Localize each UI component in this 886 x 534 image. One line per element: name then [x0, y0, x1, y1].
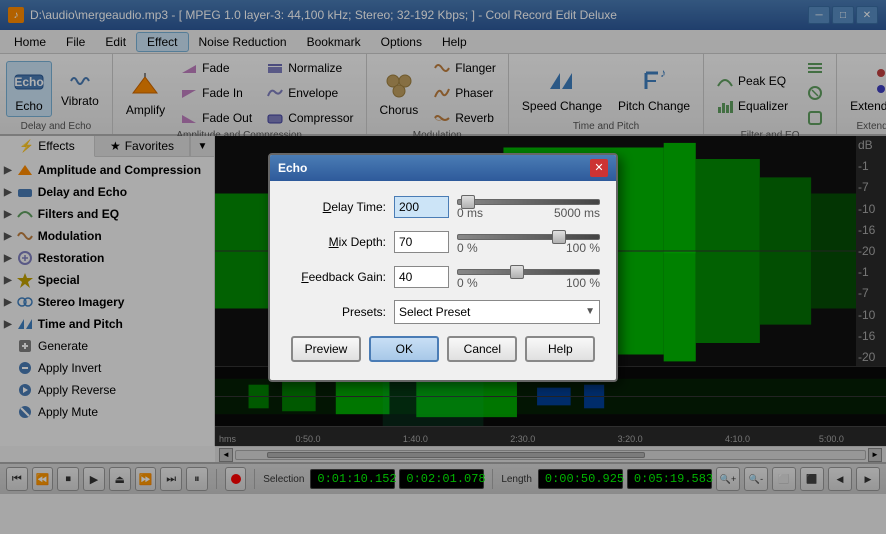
mix-depth-slider[interactable]: [457, 234, 600, 240]
delay-time-slider-labels: 0 ms 5000 ms: [457, 206, 600, 220]
presets-arrow-icon: ▼: [585, 306, 595, 317]
mix-depth-slider-container: 0 % 100 %: [457, 230, 600, 255]
feedback-gain-thumb[interactable]: [510, 265, 524, 279]
presets-dropdown[interactable]: Select Preset ▼: [394, 300, 600, 324]
modal-body: Delay Time: 0 ms 5000 ms Mix Depth:: [270, 181, 616, 380]
modal-title: Echo: [278, 161, 307, 175]
delay-time-input[interactable]: [394, 196, 449, 218]
feedback-gain-slider-container: 0 % 100 %: [457, 265, 600, 290]
feedback-gain-label: Feedback Gain:: [286, 270, 386, 284]
feedback-gain-slider[interactable]: [457, 269, 600, 275]
preview-button[interactable]: Preview: [291, 336, 362, 362]
delay-time-label: Delay Time:: [286, 200, 386, 214]
feedback-max-label: 100 %: [566, 276, 600, 290]
modal-buttons: Preview OK Cancel Help: [286, 336, 600, 366]
presets-row: Presets: Select Preset ▼: [286, 300, 600, 324]
help-button[interactable]: Help: [525, 336, 595, 362]
modal-close-button[interactable]: ✕: [590, 159, 608, 177]
delay-time-thumb[interactable]: [461, 195, 475, 209]
echo-dialog: Echo ✕ Delay Time: 0 ms 5000 ms: [268, 153, 618, 382]
feedback-gain-slider-labels: 0 % 100 %: [457, 276, 600, 290]
feedback-gain-input[interactable]: [394, 266, 449, 288]
ok-button[interactable]: OK: [369, 336, 439, 362]
mix-depth-slider-labels: 0 % 100 %: [457, 241, 600, 255]
delay-time-slider[interactable]: [457, 199, 600, 205]
delay-time-row: Delay Time: 0 ms 5000 ms: [286, 195, 600, 220]
presets-label: Presets:: [286, 305, 386, 319]
presets-value: Select Preset: [399, 305, 470, 319]
feedback-min-label: 0 %: [457, 276, 478, 290]
mix-depth-row: Mix Depth: 0 % 100 %: [286, 230, 600, 255]
mix-min-label: 0 %: [457, 241, 478, 255]
mix-max-label: 100 %: [566, 241, 600, 255]
feedback-gain-row: Feedback Gain: 0 % 100 %: [286, 265, 600, 290]
mix-depth-thumb[interactable]: [552, 230, 566, 244]
cancel-button[interactable]: Cancel: [447, 336, 517, 362]
delay-time-slider-container: 0 ms 5000 ms: [457, 195, 600, 220]
mix-depth-input[interactable]: [394, 231, 449, 253]
modal-title-bar: Echo ✕: [270, 155, 616, 181]
delay-max-label: 5000 ms: [554, 206, 600, 220]
mix-depth-label: Mix Depth:: [286, 235, 386, 249]
modal-overlay: Echo ✕ Delay Time: 0 ms 5000 ms: [0, 0, 886, 534]
